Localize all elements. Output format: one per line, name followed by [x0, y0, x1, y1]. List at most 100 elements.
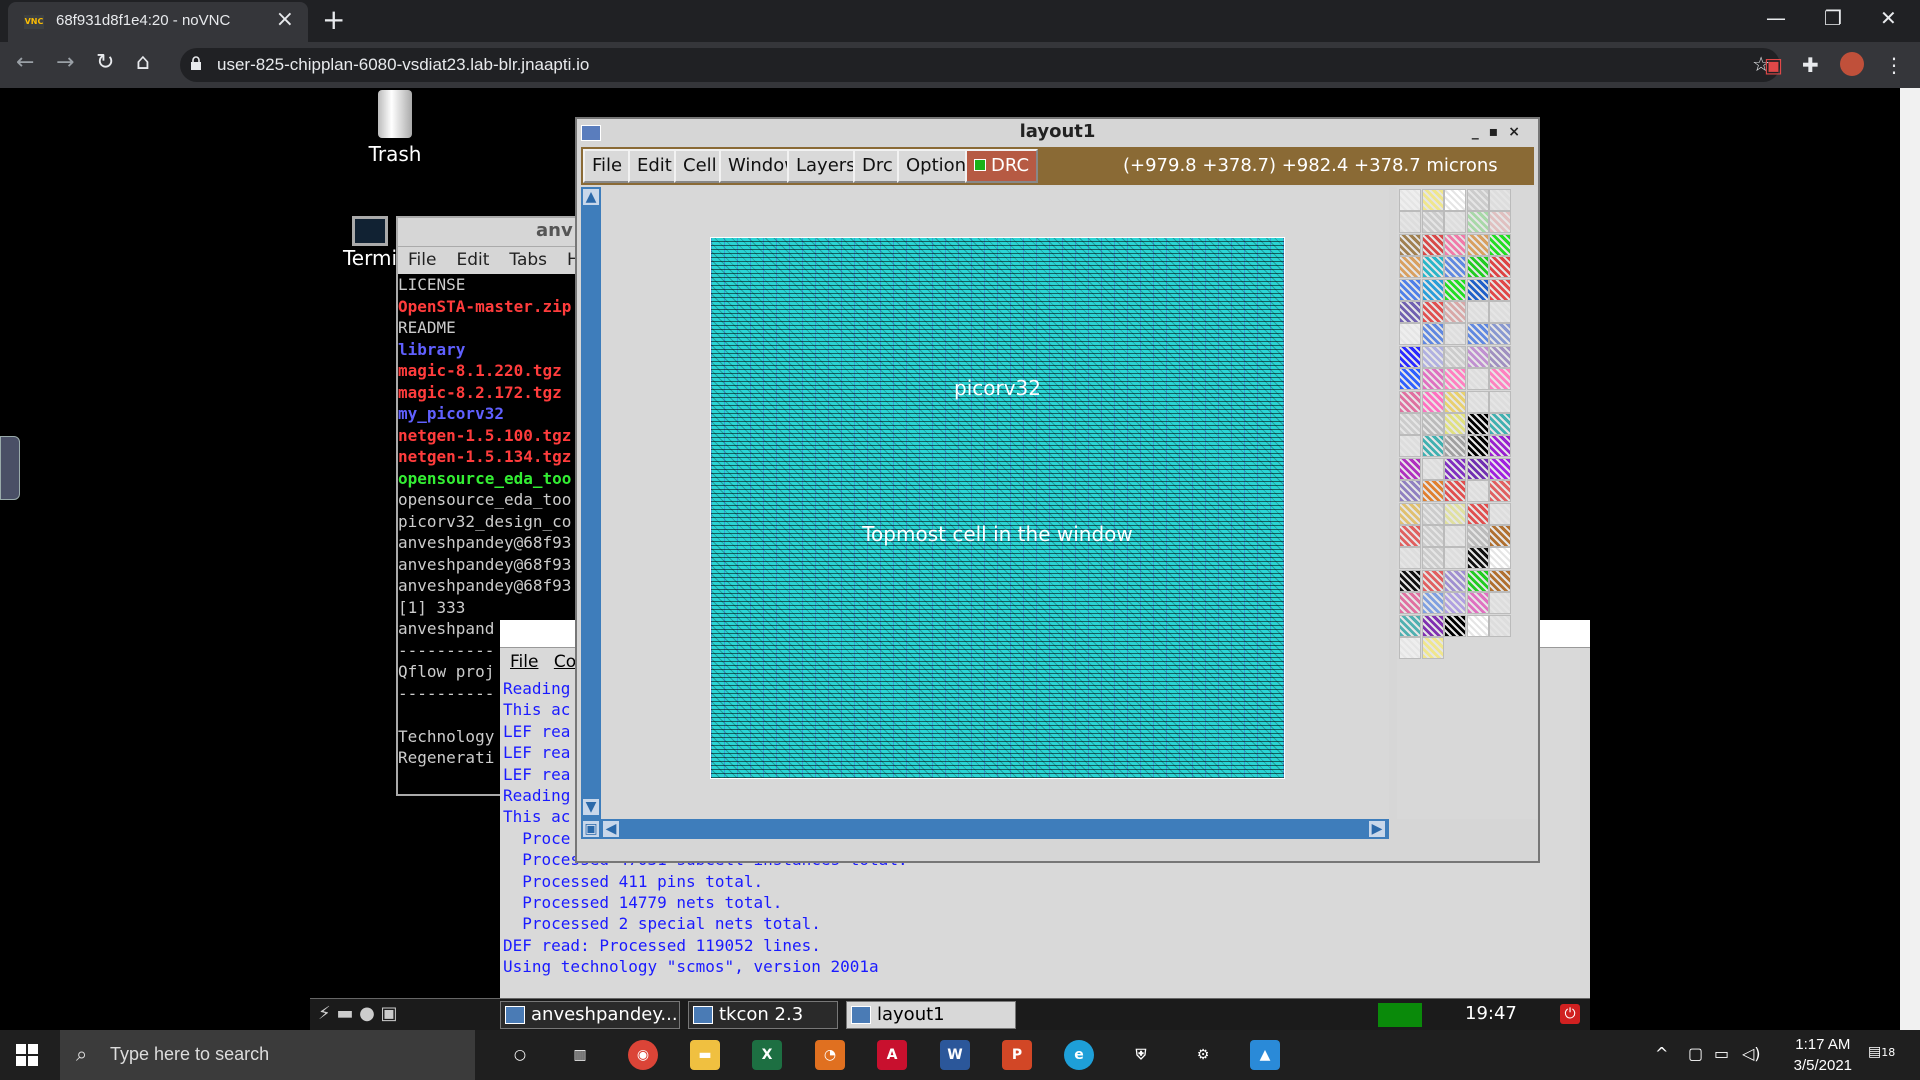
- layer-swatch[interactable]: [1421, 480, 1444, 503]
- layer-swatch[interactable]: [1466, 323, 1489, 346]
- layer-swatch[interactable]: [1444, 547, 1466, 570]
- layer-swatch[interactable]: [1466, 457, 1489, 480]
- layer-swatch[interactable]: [1444, 525, 1466, 547]
- layer-swatch[interactable]: [1399, 525, 1421, 547]
- scroll-down-icon[interactable]: ▼: [583, 799, 599, 815]
- layer-swatch[interactable]: [1399, 569, 1421, 592]
- reload-icon[interactable]: ↻: [96, 52, 114, 74]
- layer-swatch[interactable]: [1399, 547, 1421, 570]
- layer-swatch[interactable]: [1399, 614, 1421, 637]
- layer-swatch[interactable]: [1466, 569, 1489, 592]
- layer-swatch[interactable]: [1444, 323, 1466, 346]
- layer-swatch[interactable]: [1466, 525, 1489, 547]
- layer-swatch[interactable]: [1421, 256, 1444, 279]
- layout-titlebar[interactable]: layout1 _▪×: [577, 119, 1538, 147]
- layer-swatch[interactable]: [1421, 525, 1444, 547]
- layer-swatch[interactable]: [1489, 413, 1511, 435]
- layer-swatch[interactable]: [1489, 525, 1511, 547]
- layer-swatch[interactable]: [1399, 256, 1421, 279]
- layer-swatch[interactable]: [1489, 301, 1511, 323]
- layer-swatch[interactable]: [1466, 502, 1489, 525]
- layer-swatch[interactable]: [1466, 278, 1489, 301]
- layer-swatch[interactable]: [1444, 457, 1466, 480]
- layer-swatch[interactable]: [1444, 413, 1466, 435]
- layer-swatch[interactable]: [1421, 457, 1444, 480]
- tkcon-menu-console[interactable]: Co: [554, 652, 576, 672]
- layout-horizontal-scrollbar[interactable]: ▣ ◀ ▶: [581, 819, 1389, 839]
- layer-swatch[interactable]: [1489, 592, 1511, 615]
- task-layout1[interactable]: layout1: [846, 1001, 1016, 1029]
- extensions-puzzle-icon[interactable]: ✚: [1802, 54, 1819, 76]
- layer-swatch[interactable]: [1489, 390, 1511, 413]
- layer-swatch[interactable]: [1421, 502, 1444, 525]
- layer-swatch[interactable]: [1444, 592, 1466, 615]
- terminal-menu-tabs[interactable]: Tabs: [509, 250, 547, 270]
- task-view-icon[interactable]: ▥: [565, 1040, 595, 1070]
- layer-swatch[interactable]: [1466, 480, 1489, 503]
- layer-swatch[interactable]: [1421, 189, 1444, 211]
- layer-swatch[interactable]: [1421, 345, 1444, 368]
- layer-swatch[interactable]: [1444, 345, 1466, 368]
- layer-swatch[interactable]: [1399, 390, 1421, 413]
- zoom-box-icon[interactable]: ▣: [583, 821, 599, 837]
- layer-swatch[interactable]: [1489, 435, 1511, 458]
- terminal-menu-edit[interactable]: Edit: [456, 250, 489, 270]
- layer-swatch[interactable]: [1421, 368, 1444, 391]
- battery-icon[interactable]: ▭: [1714, 1044, 1729, 1063]
- layer-swatch[interactable]: [1444, 256, 1466, 279]
- layer-swatch[interactable]: [1421, 278, 1444, 301]
- forward-icon[interactable]: →: [56, 52, 74, 74]
- layout-canvas[interactable]: picorv32 Topmost cell in the window: [601, 187, 1389, 819]
- layer-swatch[interactable]: [1399, 457, 1421, 480]
- terminal-desktop-icon[interactable]: Termi: [340, 216, 400, 270]
- layout-menu-file[interactable]: File: [583, 149, 632, 183]
- security-shield-icon[interactable]: ⛨: [1126, 1040, 1156, 1070]
- chrome-taskbar-icon[interactable]: ◉: [628, 1040, 658, 1070]
- minimize-icon[interactable]: —: [1766, 6, 1786, 30]
- layer-swatch[interactable]: [1466, 614, 1489, 637]
- back-icon[interactable]: ←: [16, 52, 34, 74]
- layer-swatch[interactable]: [1466, 301, 1489, 323]
- layer-swatch[interactable]: [1444, 368, 1466, 391]
- layer-swatch[interactable]: [1399, 502, 1421, 525]
- layer-swatch[interactable]: [1444, 435, 1466, 458]
- windows-start-icon[interactable]: [16, 1044, 38, 1066]
- layer-swatch[interactable]: [1466, 211, 1489, 234]
- launcher-icons[interactable]: ⚡ ▬ ● ▣: [318, 1003, 398, 1024]
- scroll-up-icon[interactable]: ▲: [583, 189, 599, 205]
- volume-icon[interactable]: ◁): [1742, 1044, 1761, 1063]
- photos-icon[interactable]: ▲: [1250, 1040, 1280, 1070]
- drc-status-button[interactable]: DRC: [965, 149, 1039, 183]
- layer-swatch[interactable]: [1489, 278, 1511, 301]
- layout-window-controls[interactable]: _▪×: [1472, 119, 1530, 145]
- layer-swatch[interactable]: [1466, 390, 1489, 413]
- novnc-control-handle[interactable]: [0, 436, 20, 500]
- chrome-menu-icon[interactable]: ⋮: [1884, 54, 1904, 76]
- layer-swatch[interactable]: [1444, 301, 1466, 323]
- powerpoint-icon[interactable]: P: [1002, 1040, 1032, 1070]
- scroll-right-icon[interactable]: ▶: [1369, 821, 1385, 837]
- close-tab-icon[interactable]: ×: [276, 9, 294, 31]
- new-tab-icon[interactable]: +: [322, 6, 345, 34]
- notifications-icon[interactable]: ▤18: [1868, 1044, 1895, 1060]
- layer-swatch[interactable]: [1489, 345, 1511, 368]
- layer-swatch[interactable]: [1466, 368, 1489, 391]
- edge-icon[interactable]: e: [1064, 1040, 1094, 1070]
- scroll-left-icon[interactable]: ◀: [603, 821, 619, 837]
- task-terminal[interactable]: anveshpandey...: [500, 1001, 680, 1029]
- layer-swatch[interactable]: [1399, 323, 1421, 346]
- layer-swatch[interactable]: [1466, 189, 1489, 211]
- layer-swatch[interactable]: [1444, 502, 1466, 525]
- tray-device-icon[interactable]: ▢: [1688, 1044, 1703, 1063]
- acrobat-icon[interactable]: A: [877, 1040, 907, 1070]
- layer-swatch[interactable]: [1444, 211, 1466, 234]
- layer-swatch[interactable]: [1444, 614, 1466, 637]
- address-bar[interactable]: user-825-chipplan-6080-vsdiat23.lab-blr.…: [180, 48, 1780, 82]
- home-icon[interactable]: ⌂: [136, 52, 150, 74]
- layer-swatch[interactable]: [1399, 480, 1421, 503]
- layer-swatch[interactable]: [1421, 211, 1444, 234]
- layer-swatch[interactable]: [1421, 323, 1444, 346]
- layer-swatch[interactable]: [1466, 435, 1489, 458]
- layer-swatch[interactable]: [1421, 413, 1444, 435]
- layer-swatch[interactable]: [1444, 189, 1466, 211]
